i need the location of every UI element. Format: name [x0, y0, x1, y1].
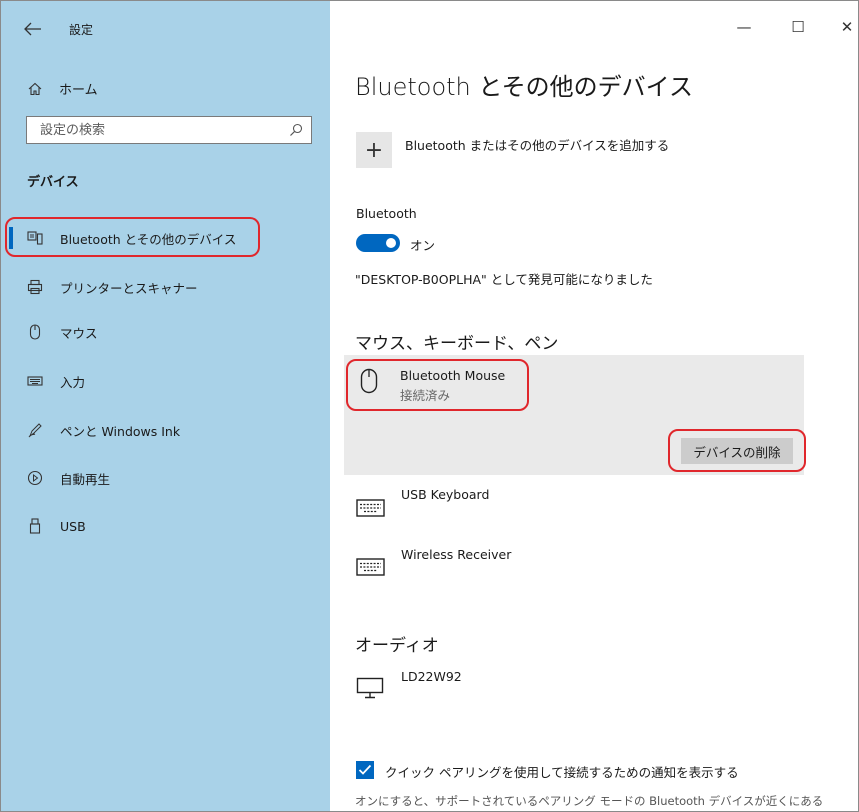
keyboard-icon: [356, 499, 385, 517]
remove-device-button[interactable]: デバイスの削除: [681, 438, 793, 464]
back-arrow-icon: [24, 22, 41, 36]
sidebar-item-label: 自動再生: [60, 471, 111, 487]
pen-icon: [27, 422, 43, 438]
app-title: 設定: [69, 23, 94, 37]
mouse-icon: [27, 324, 43, 340]
swift-pair-checkbox[interactable]: [356, 761, 374, 779]
search-input[interactable]: [27, 117, 290, 143]
device-name: Wireless Receiver: [401, 547, 512, 562]
search-box[interactable]: [26, 116, 312, 144]
maximize-button[interactable]: ☐: [783, 15, 813, 39]
sidebar-item-label: Bluetooth とその他のデバイス: [60, 231, 237, 247]
device-name: USB Keyboard: [401, 487, 490, 502]
keyboard-icon: [27, 373, 43, 389]
swift-pair-description: オンにすると、サポートされているペアリング モードの Bluetooth デバイ…: [355, 794, 824, 808]
device-status: 接続済み: [400, 388, 451, 403]
discoverable-text: "DESKTOP-B0OPLHA" として発見可能になりました: [355, 272, 653, 287]
bluetooth-label: Bluetooth: [356, 206, 417, 221]
sidebar-item-label: USB: [60, 518, 86, 534]
back-button[interactable]: [21, 19, 45, 39]
close-button[interactable]: ✕: [832, 15, 858, 39]
checkmark-icon: [358, 764, 372, 775]
nav-home[interactable]: ホーム: [27, 79, 98, 98]
nav-home-label: ホーム: [59, 83, 98, 98]
minimize-button[interactable]: —: [729, 15, 759, 39]
home-icon: [28, 82, 42, 95]
sidebar-item-usb[interactable]: USB: [27, 515, 86, 537]
sidebar-item-label: マウス: [60, 325, 98, 341]
sidebar-item-label: ペンと Windows Ink: [60, 423, 181, 439]
sidebar-item-printers[interactable]: プリンターとスキャナー: [27, 276, 198, 298]
autoplay-icon: [27, 470, 43, 486]
active-indicator: [9, 227, 13, 249]
mouse-icon: [360, 368, 378, 394]
toggle-knob: [386, 238, 396, 248]
section-heading-audio: オーディオ: [355, 636, 439, 656]
search-icon[interactable]: [289, 123, 303, 137]
page-title: Bluetooth とその他のデバイス: [355, 73, 693, 101]
main-content: — ☐ ✕ Bluetooth とその他のデバイス + Bluetooth また…: [330, 1, 858, 811]
usb-icon: [27, 518, 43, 534]
monitor-icon: [356, 677, 384, 699]
settings-window: 設定 ホーム デバイス Bluetooth: [0, 0, 859, 812]
sidebar: 設定 ホーム デバイス Bluetooth: [1, 1, 330, 811]
sidebar-item-mouse[interactable]: マウス: [27, 321, 98, 343]
sidebar-item-pen[interactable]: ペンと Windows Ink: [27, 419, 180, 441]
device-name: Bluetooth Mouse: [400, 368, 506, 383]
printer-icon: [27, 279, 43, 295]
sidebar-item-label: プリンターとスキャナー: [60, 280, 198, 296]
bluetooth-toggle[interactable]: [356, 234, 400, 252]
sidebar-item-bluetooth[interactable]: Bluetooth とその他のデバイス: [27, 227, 236, 249]
bluetooth-devices-icon: [27, 230, 43, 246]
sidebar-item-label: 入力: [60, 374, 86, 390]
keyboard-icon: [356, 558, 385, 576]
swift-pair-label[interactable]: クイック ペアリングを使用して接続するための通知を表示する: [385, 762, 739, 781]
add-device-label[interactable]: Bluetooth またはその他のデバイスを追加する: [405, 135, 669, 154]
bluetooth-state: オン: [410, 238, 436, 253]
sidebar-section-title: デバイス: [27, 175, 79, 190]
add-device-button[interactable]: +: [356, 132, 392, 168]
device-name: LD22W92: [401, 669, 462, 684]
sidebar-item-autoplay[interactable]: 自動再生: [27, 467, 110, 489]
sidebar-item-input[interactable]: 入力: [27, 370, 85, 392]
section-heading-input-devices: マウス、キーボード、ペン: [355, 334, 559, 354]
